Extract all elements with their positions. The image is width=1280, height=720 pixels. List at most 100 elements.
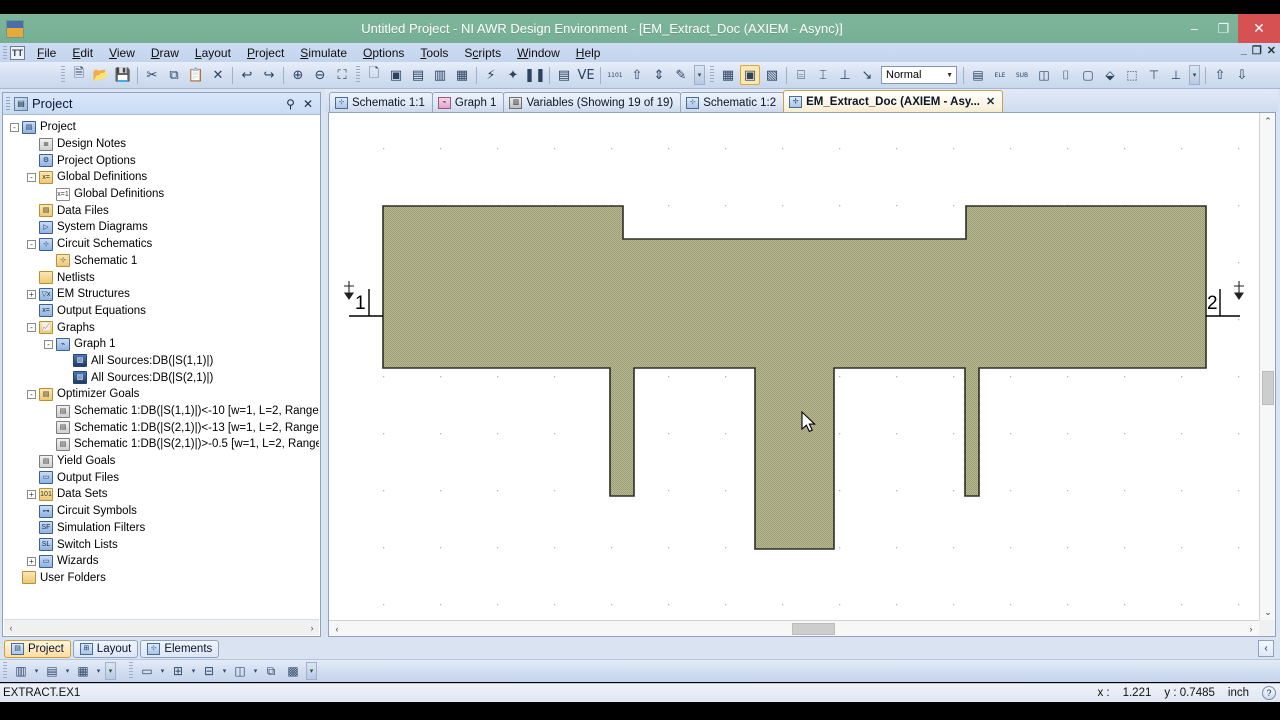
panel-collapse-button[interactable]: ‹ [1258, 640, 1274, 657]
shape-properties-icon[interactable]: ▩ [283, 661, 303, 681]
mdi-restore-button[interactable]: ❐ [1252, 44, 1262, 57]
project-tree-hscrollbar[interactable]: ‹ › [4, 619, 319, 635]
em-layout-icon[interactable]: ▦ [718, 65, 738, 85]
layout-toolbar-overflow[interactable]: ▾ [105, 662, 116, 680]
toolbar-grip-icon[interactable] [710, 66, 714, 84]
layer-setup-icon[interactable]: ▤ [968, 65, 988, 85]
menu-view[interactable]: View [101, 44, 143, 62]
stop-simulation-icon[interactable]: ❚❚ [524, 65, 546, 85]
collapse-toggle-icon[interactable]: - [10, 122, 19, 132]
tree-item[interactable]: - 📈 Graphs [4, 319, 319, 336]
tree-item[interactable]: x=1 Global Definitions [4, 186, 319, 203]
panel-tab-layout[interactable]: ⊞ Layout [72, 640, 139, 658]
em-structure-drawing[interactable]: 1 2 [329, 113, 1259, 620]
open-project-icon[interactable]: 📂 [91, 65, 111, 85]
cut-icon[interactable]: ✂ [142, 65, 162, 85]
tree-item[interactable]: - ▤ Optimizer Goals [4, 386, 319, 403]
yield-icon[interactable]: ⇕ [649, 65, 669, 85]
boolean-add-icon-dropdown[interactable]: ▾ [189, 667, 198, 675]
tree-item[interactable]: Netlists [4, 269, 319, 286]
document-tab[interactable]: ⊹ Schematic 1:2 [680, 92, 785, 112]
canvas-vertical-scrollbar[interactable]: ⌃ ⌄ [1259, 113, 1275, 620]
port-box-icon[interactable]: ▢ [1078, 65, 1098, 85]
undo-icon[interactable]: ↩ [237, 65, 257, 85]
align-left-icon-dropdown[interactable]: ▾ [32, 667, 41, 675]
tree-item[interactable]: - ⌁ Graph 1 [4, 336, 319, 353]
tree-item[interactable]: x= Output Equations [4, 303, 319, 320]
hscroll-right-arrow[interactable]: › [305, 623, 319, 633]
document-tab[interactable]: ⊹ Schematic 1:1 [329, 92, 433, 112]
tree-item[interactable]: ▷ System Diagrams [4, 219, 319, 236]
menu-tools[interactable]: Tools [412, 44, 456, 62]
analyze-icon[interactable]: ⚡ [481, 65, 501, 85]
via-add-icon[interactable]: ⬙ [1100, 65, 1120, 85]
tree-item[interactable]: ▤ Yield Goals [4, 453, 319, 470]
help-icon[interactable]: ? [1262, 686, 1276, 700]
tree-item[interactable]: ▤ Schematic 1:DB(|S(1,1)|)<-10 [w=1, L=2,… [4, 403, 319, 420]
close-icon[interactable]: ✕ [303, 97, 313, 111]
toolbar-grip-icon[interactable] [61, 66, 65, 84]
port-left-icon[interactable]: ◫ [1034, 65, 1054, 85]
collapse-toggle-icon[interactable]: - [27, 323, 36, 333]
new-schematic-icon[interactable]: 🗋 [364, 65, 384, 85]
menu-grip-icon[interactable] [3, 46, 7, 59]
element-layer-icon[interactable]: ELE [990, 65, 1010, 85]
split-shape-icon[interactable]: ◫ [230, 661, 250, 681]
tree-item[interactable]: ▨ All Sources:DB(|S(1,1)|) [4, 353, 319, 370]
toolbar-grip-icon[interactable] [356, 66, 360, 84]
expand-toggle-icon[interactable]: + [27, 556, 36, 566]
panel-tab-project[interactable]: ▤ Project [4, 640, 71, 658]
delete-icon[interactable]: ✕ [208, 65, 228, 85]
document-tab[interactable]: ⊹ EM_Extract_Doc (AXIEM - Asy... ✕ [783, 90, 1004, 112]
hscroll-right-arrow[interactable]: › [1243, 621, 1259, 637]
redo-icon[interactable]: ↪ [259, 65, 279, 85]
view-all-icon[interactable]: ⛶ [332, 65, 352, 85]
expand-toggle-icon[interactable]: + [27, 489, 36, 499]
menu-edit[interactable]: Edit [64, 44, 101, 62]
tree-item[interactable]: SL Switch Lists [4, 536, 319, 553]
document-system-icon[interactable]: TT [10, 45, 25, 60]
panel-tab-elements[interactable]: ⊹ Elements [140, 640, 220, 658]
tree-item[interactable]: ▤ Schematic 1:DB(|S(2,1)|)<-13 [w=1, L=2,… [4, 419, 319, 436]
maximize-button[interactable]: ❐ [1209, 14, 1238, 43]
em-structure-icon[interactable]: ▧ [762, 65, 782, 85]
tune-tool-icon[interactable]: ⇧ [627, 65, 647, 85]
boolean-add-icon[interactable]: ⊞ [168, 661, 188, 681]
tree-item[interactable]: - ▤ Project [4, 119, 319, 136]
tree-item[interactable]: ⚙ Project Options [4, 152, 319, 169]
edge-port-icon[interactable]: ↘ [857, 65, 877, 85]
menu-simulate[interactable]: Simulate [292, 44, 355, 62]
align-top-icon[interactable]: ⊤ [1144, 65, 1164, 85]
save-project-icon[interactable]: 💾 [113, 65, 133, 85]
hscroll-thumb[interactable] [792, 623, 835, 635]
menu-window[interactable]: Window [509, 44, 568, 62]
add-data-set-icon[interactable]: ▦ [452, 65, 472, 85]
tree-item[interactable]: - x= Global Definitions [4, 169, 319, 186]
zoom-in-icon[interactable]: ⊕ [288, 65, 308, 85]
output-equations-icon[interactable]: VE [576, 65, 596, 85]
port-edge-icon[interactable]: ⌷ [1056, 65, 1076, 85]
draw-rectangle-icon-dropdown[interactable]: ▾ [158, 667, 167, 675]
vscroll-down-arrow[interactable]: ⌄ [1260, 604, 1276, 620]
hscroll-left-arrow[interactable]: ‹ [329, 621, 345, 637]
snap-to-grid-icon[interactable]: ⌸ [791, 65, 811, 85]
add-em-structure-icon[interactable]: ▣ [386, 65, 406, 85]
menu-help[interactable]: Help [568, 44, 609, 62]
menu-draw[interactable]: Draw [143, 44, 187, 62]
tree-item[interactable]: SF Simulation Filters [4, 520, 319, 537]
tree-item[interactable]: ▤ Schematic 1:DB(|S(2,1)|)>-0.5 [w=1, L=2… [4, 436, 319, 453]
tree-item[interactable]: ⊹ Schematic 1 [4, 253, 319, 270]
optimize-icon[interactable]: ✦ [503, 65, 523, 85]
boolean-subtract-icon[interactable]: ⊟ [199, 661, 219, 681]
tree-item[interactable]: ⊶ Circuit Symbols [4, 503, 319, 520]
move-down-layer-icon[interactable]: ⇩ [1232, 65, 1252, 85]
menu-project[interactable]: Project [239, 44, 292, 62]
move-up-layer-icon[interactable]: ⇧ [1210, 65, 1230, 85]
mdi-minimize-button[interactable]: _ [1241, 44, 1247, 57]
tree-item[interactable]: + ▭ Wizards [4, 553, 319, 570]
pin-icon[interactable]: ⚲ [286, 97, 295, 111]
measure-icon[interactable]: ⌶ [813, 65, 833, 85]
document-tab[interactable]: ⌁ Graph 1 [431, 92, 505, 112]
align-center-icon-dropdown[interactable]: ▾ [63, 667, 72, 675]
menu-scripts[interactable]: Scripts [456, 44, 509, 62]
